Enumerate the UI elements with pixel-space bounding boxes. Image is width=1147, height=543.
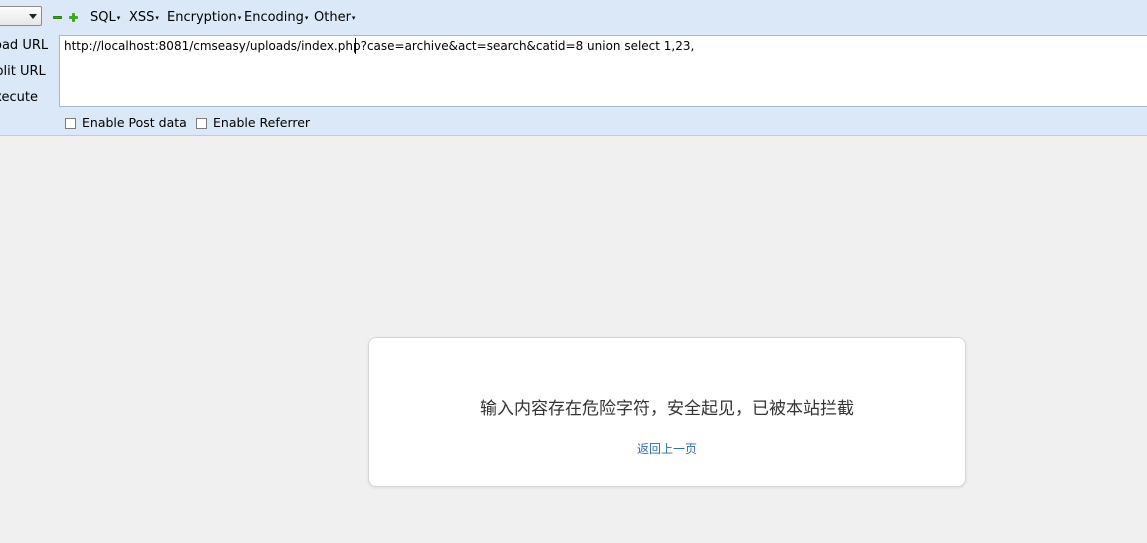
menu-encoding[interactable]: Encoding▾	[244, 9, 308, 27]
execute-button[interactable]: Execute	[0, 89, 58, 107]
zoom-in-icon[interactable]	[69, 13, 78, 22]
text-caret	[355, 38, 356, 54]
load-url-label: Load URL	[0, 38, 49, 53]
chevron-down-icon	[29, 14, 37, 19]
menu-encryption-label: Encryption	[167, 10, 237, 25]
load-select-dropdown[interactable]	[0, 6, 42, 26]
hackbar-toolbar: SQL▾ XSS▾ Encryption▾ Encoding▾ Other▾	[0, 0, 1147, 34]
block-message: 输入内容存在危险字符，安全起见，已被本站拦截	[480, 399, 854, 419]
dropdown-arrow-icon: ▾	[155, 14, 159, 22]
enable-post-checkbox[interactable]	[65, 118, 76, 129]
enable-referrer-checkbox[interactable]	[196, 118, 207, 129]
menu-sql-label: SQL	[90, 10, 116, 25]
dropdown-arrow-icon: ▾	[116, 14, 121, 22]
split-url-label: Split URL	[0, 64, 46, 79]
hackbar-panel: SQL▾ XSS▾ Encryption▾ Encoding▾ Other▾ L…	[0, 0, 1147, 136]
load-url-button[interactable]: Load URL	[0, 37, 58, 55]
menu-encryption[interactable]: Encryption▾	[167, 9, 241, 27]
menu-encoding-label: Encoding	[244, 10, 304, 25]
url-input[interactable]: http://localhost:8081/cmseasy/uploads/in…	[59, 35, 1147, 107]
enable-post-option[interactable]: Enable Post data	[65, 115, 187, 131]
zoom-out-icon[interactable]	[53, 13, 62, 22]
dropdown-arrow-icon: ▾	[351, 14, 356, 22]
menu-other-label: Other	[314, 10, 351, 25]
enable-post-label: Enable Post data	[82, 115, 187, 130]
back-link[interactable]: 返回上一页	[369, 440, 965, 457]
block-notice-card: 输入内容存在危险字符，安全起见，已被本站拦截 返回上一页	[368, 337, 966, 487]
enable-referrer-option[interactable]: Enable Referrer	[196, 115, 310, 131]
menu-xss-label: XSS	[129, 10, 155, 25]
dropdown-arrow-icon: ▾	[237, 14, 242, 22]
menu-other[interactable]: Other▾	[314, 9, 355, 27]
dropdown-arrow-icon: ▾	[304, 14, 309, 22]
execute-label: Execute	[0, 90, 38, 105]
enable-referrer-label: Enable Referrer	[213, 115, 311, 130]
menu-sql[interactable]: SQL▾	[90, 9, 120, 27]
menu-xss[interactable]: XSS▾	[129, 9, 159, 27]
split-url-button[interactable]: Split URL	[0, 63, 58, 81]
